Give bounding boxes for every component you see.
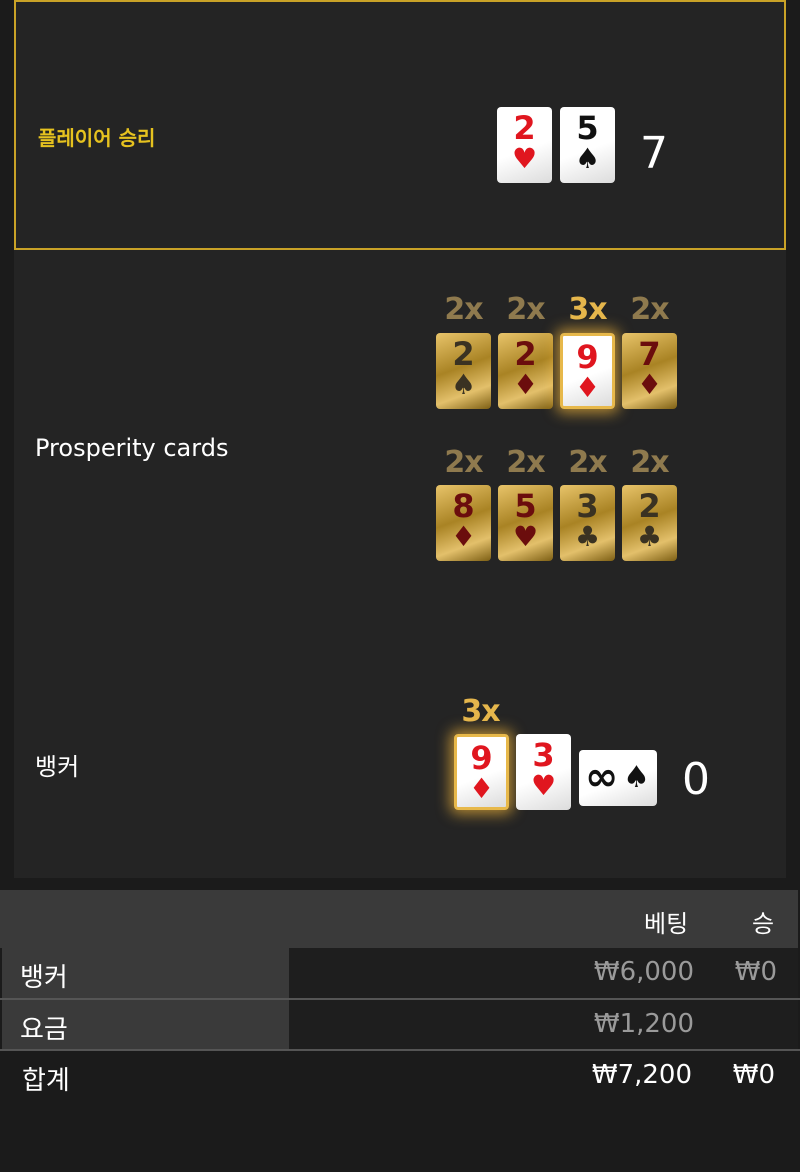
multiplier-badge: 2x bbox=[630, 445, 669, 480]
spade-suit-icon: ♠ bbox=[623, 760, 650, 795]
win-column-header: 승 bbox=[752, 910, 775, 938]
table-row: 요금 ₩1,200 bbox=[0, 1000, 798, 1050]
player-result-panel: 플레이어 승리 2 ♥ 5 ♠ 7 bbox=[14, 0, 786, 250]
heart-suit-icon: ♥ bbox=[512, 520, 539, 553]
multiplier-badge: 2x bbox=[444, 445, 483, 480]
player-win-label: 플레이어 승리 bbox=[38, 126, 156, 150]
multiplier-badge: 2x bbox=[506, 445, 545, 480]
prosperity-card: 5 ♥ bbox=[498, 485, 553, 561]
banker-label: 뱅커 bbox=[35, 753, 80, 781]
prosperity-card-highlighted: 9 ♦ bbox=[560, 333, 615, 409]
prosperity-card: 2 ♣ bbox=[622, 485, 677, 561]
diamond-suit-icon: ♦ bbox=[512, 368, 539, 401]
row-value-cell: ₩1,200 bbox=[289, 1000, 798, 1050]
bet-amount: ₩6,000 bbox=[593, 957, 694, 987]
table-row: 뱅커 ₩6,000 ₩0 bbox=[0, 948, 798, 998]
banker-result-panel: 뱅커 3x 9 ♦ 3 ♥ ∞ ♠ 0 bbox=[14, 650, 786, 878]
row-label-cell: 요금 bbox=[2, 1000, 289, 1050]
heart-suit-icon: ♥ bbox=[511, 142, 538, 175]
total-win-amount: ₩0 bbox=[732, 1060, 775, 1090]
row-label-cell: 뱅커 bbox=[2, 948, 289, 998]
bet-summary-table: 베팅 승 뱅커 ₩6,000 ₩0 요금 ₩1,200 합계 ₩7,200 ₩0 bbox=[0, 888, 800, 1172]
prosperity-cards-label: Prosperity cards bbox=[35, 434, 229, 462]
heart-suit-icon: ♥ bbox=[530, 769, 557, 802]
club-suit-icon: ♣ bbox=[574, 520, 601, 553]
banker-score: 0 bbox=[682, 754, 710, 805]
row-label: 뱅커 bbox=[20, 963, 68, 993]
player-card-2: 5 ♠ bbox=[560, 107, 615, 183]
multiplier-badge-highlighted: 3x bbox=[568, 292, 607, 327]
total-label: 합계 bbox=[22, 1066, 70, 1096]
diamond-suit-icon: ♦ bbox=[574, 371, 601, 404]
prosperity-card: 2 ♠ bbox=[436, 333, 491, 409]
multiplier-badge-highlighted: 3x bbox=[461, 694, 500, 729]
table-header: 베팅 승 bbox=[0, 890, 798, 948]
player-card-1: 2 ♥ bbox=[497, 107, 552, 183]
prosperity-cards-panel: Prosperity cards 2x 2x 3x 2x 2 ♠ 2 ♦ 9 ♦… bbox=[14, 250, 786, 650]
row-value-cell: ₩6,000 ₩0 bbox=[289, 948, 798, 998]
diamond-suit-icon: ♦ bbox=[450, 520, 477, 553]
total-bet-amount: ₩7,200 bbox=[591, 1060, 692, 1090]
prosperity-card: 8 ♦ bbox=[436, 485, 491, 561]
prosperity-card: 7 ♦ bbox=[622, 333, 677, 409]
banker-card-1: 9 ♦ bbox=[454, 734, 509, 810]
club-suit-icon: ♣ bbox=[636, 520, 663, 553]
infinity-icon: ∞ bbox=[585, 754, 619, 800]
player-score: 7 bbox=[640, 128, 668, 179]
diamond-suit-icon: ♦ bbox=[636, 368, 663, 401]
multiplier-badge: 2x bbox=[506, 292, 545, 327]
row-label: 요금 bbox=[20, 1015, 68, 1045]
multiplier-badge: 2x bbox=[444, 292, 483, 327]
prosperity-card: 3 ♣ bbox=[560, 485, 615, 561]
prosperity-card: 2 ♦ bbox=[498, 333, 553, 409]
table-total-row: 합계 ₩7,200 ₩0 bbox=[0, 1051, 798, 1101]
multiplier-badge: 2x bbox=[630, 292, 669, 327]
bet-column-header: 베팅 bbox=[644, 910, 689, 938]
spade-suit-icon: ♠ bbox=[574, 142, 601, 175]
banker-wild-card: ∞ ♠ bbox=[579, 750, 657, 806]
multiplier-badge: 2x bbox=[568, 445, 607, 480]
spade-suit-icon: ♠ bbox=[450, 368, 477, 401]
win-amount: ₩0 bbox=[734, 957, 777, 987]
diamond-suit-icon: ♦ bbox=[468, 772, 495, 805]
bet-amount: ₩1,200 bbox=[593, 1009, 694, 1039]
banker-card-2: 3 ♥ bbox=[516, 734, 571, 810]
